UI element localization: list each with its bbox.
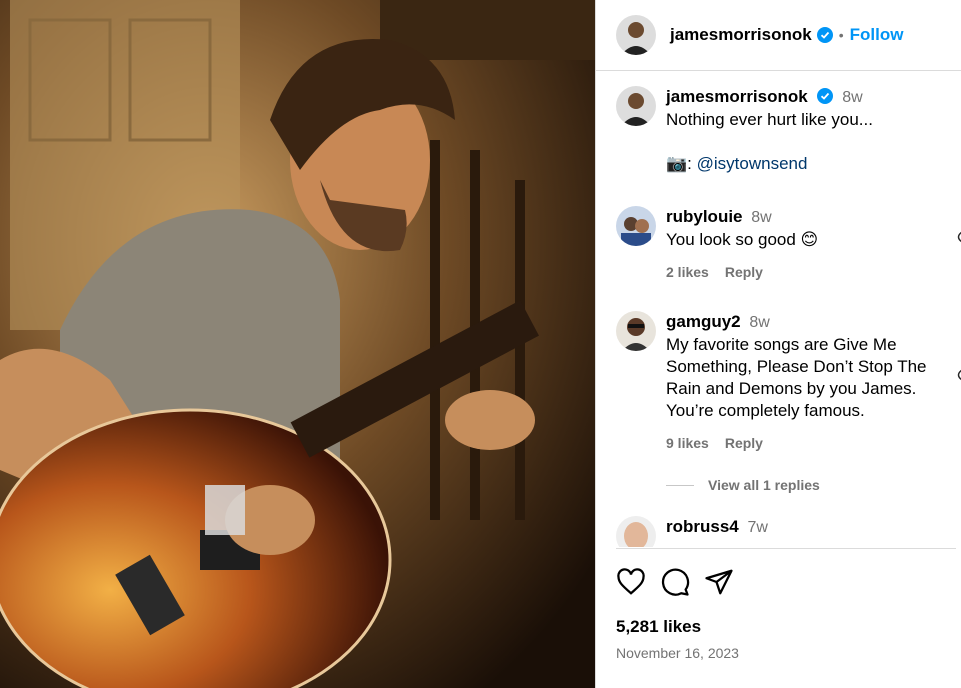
comments-scroll-area[interactable]: jamesmorrisonok 8w Nothing ever hurt lik… (596, 71, 961, 547)
comment-time: 7w (747, 519, 768, 536)
caption: jamesmorrisonok 8w Nothing ever hurt lik… (616, 86, 946, 175)
likes-count[interactable]: 5,281 likes (616, 617, 956, 637)
view-replies-button[interactable]: View all 1 replies (666, 477, 820, 493)
comment-avatar[interactable] (616, 206, 656, 246)
comment-username[interactable]: rubylouie (666, 207, 743, 226)
author-username[interactable]: jamesmorrisonok (670, 25, 812, 45)
verified-badge-icon (816, 27, 833, 43)
comment: gamguy2 8w My favorite songs are Give Me… (616, 311, 946, 454)
comment-time: 8w (749, 314, 770, 331)
heart-icon[interactable] (616, 567, 646, 597)
replies-divider (666, 484, 694, 486)
post-header: jamesmorrisonok • Follow (596, 0, 961, 71)
post-date: November 16, 2023 (616, 645, 739, 661)
comment-icon[interactable] (660, 567, 690, 597)
caption-username[interactable]: jamesmorrisonok (666, 87, 808, 106)
post-panel: jamesmorrisonok • Follow jamesmorrisonok… (595, 0, 961, 688)
comment: robruss4 7w (616, 516, 946, 547)
reply-button[interactable]: Reply (725, 435, 763, 451)
comment: rubylouie 8w You look so good 😊 2 likes R… (616, 206, 946, 283)
camera-icon: 📷 (666, 154, 688, 173)
reply-button[interactable]: Reply (725, 264, 763, 280)
comment-username[interactable]: gamguy2 (666, 312, 741, 331)
caption-avatar[interactable] (616, 86, 656, 126)
comment-avatar[interactable] (616, 311, 656, 351)
comment-username[interactable]: robruss4 (666, 517, 739, 536)
comment-avatar[interactable] (616, 516, 656, 547)
comment-likes[interactable]: 2 likes (666, 264, 709, 280)
post-actions: 5,281 likes November 16, 2023 (616, 548, 956, 661)
caption-text: Nothing ever hurt like you... (666, 110, 873, 129)
author-avatar[interactable] (616, 15, 656, 55)
comment-time: 8w (751, 209, 772, 226)
view-replies-label: View all 1 replies (708, 477, 820, 493)
post-photo[interactable] (0, 0, 595, 688)
comment-text: My favorite songs are Give Me Something,… (666, 335, 927, 420)
mention-link[interactable]: @isytownsend (697, 154, 808, 173)
verified-badge-icon (817, 88, 834, 104)
heart-icon[interactable] (954, 369, 961, 381)
comment-likes[interactable]: 9 likes (666, 435, 709, 451)
separator-dot: • (838, 27, 844, 43)
heart-icon[interactable] (954, 231, 961, 243)
share-icon[interactable] (704, 567, 734, 597)
follow-button[interactable]: Follow (850, 25, 904, 45)
caption-time: 8w (842, 89, 863, 106)
caption-credit-prefix: : (687, 154, 692, 173)
comment-text: You look so good 😊 (666, 230, 819, 249)
caption-credit: 📷: @isytownsend (666, 153, 946, 175)
